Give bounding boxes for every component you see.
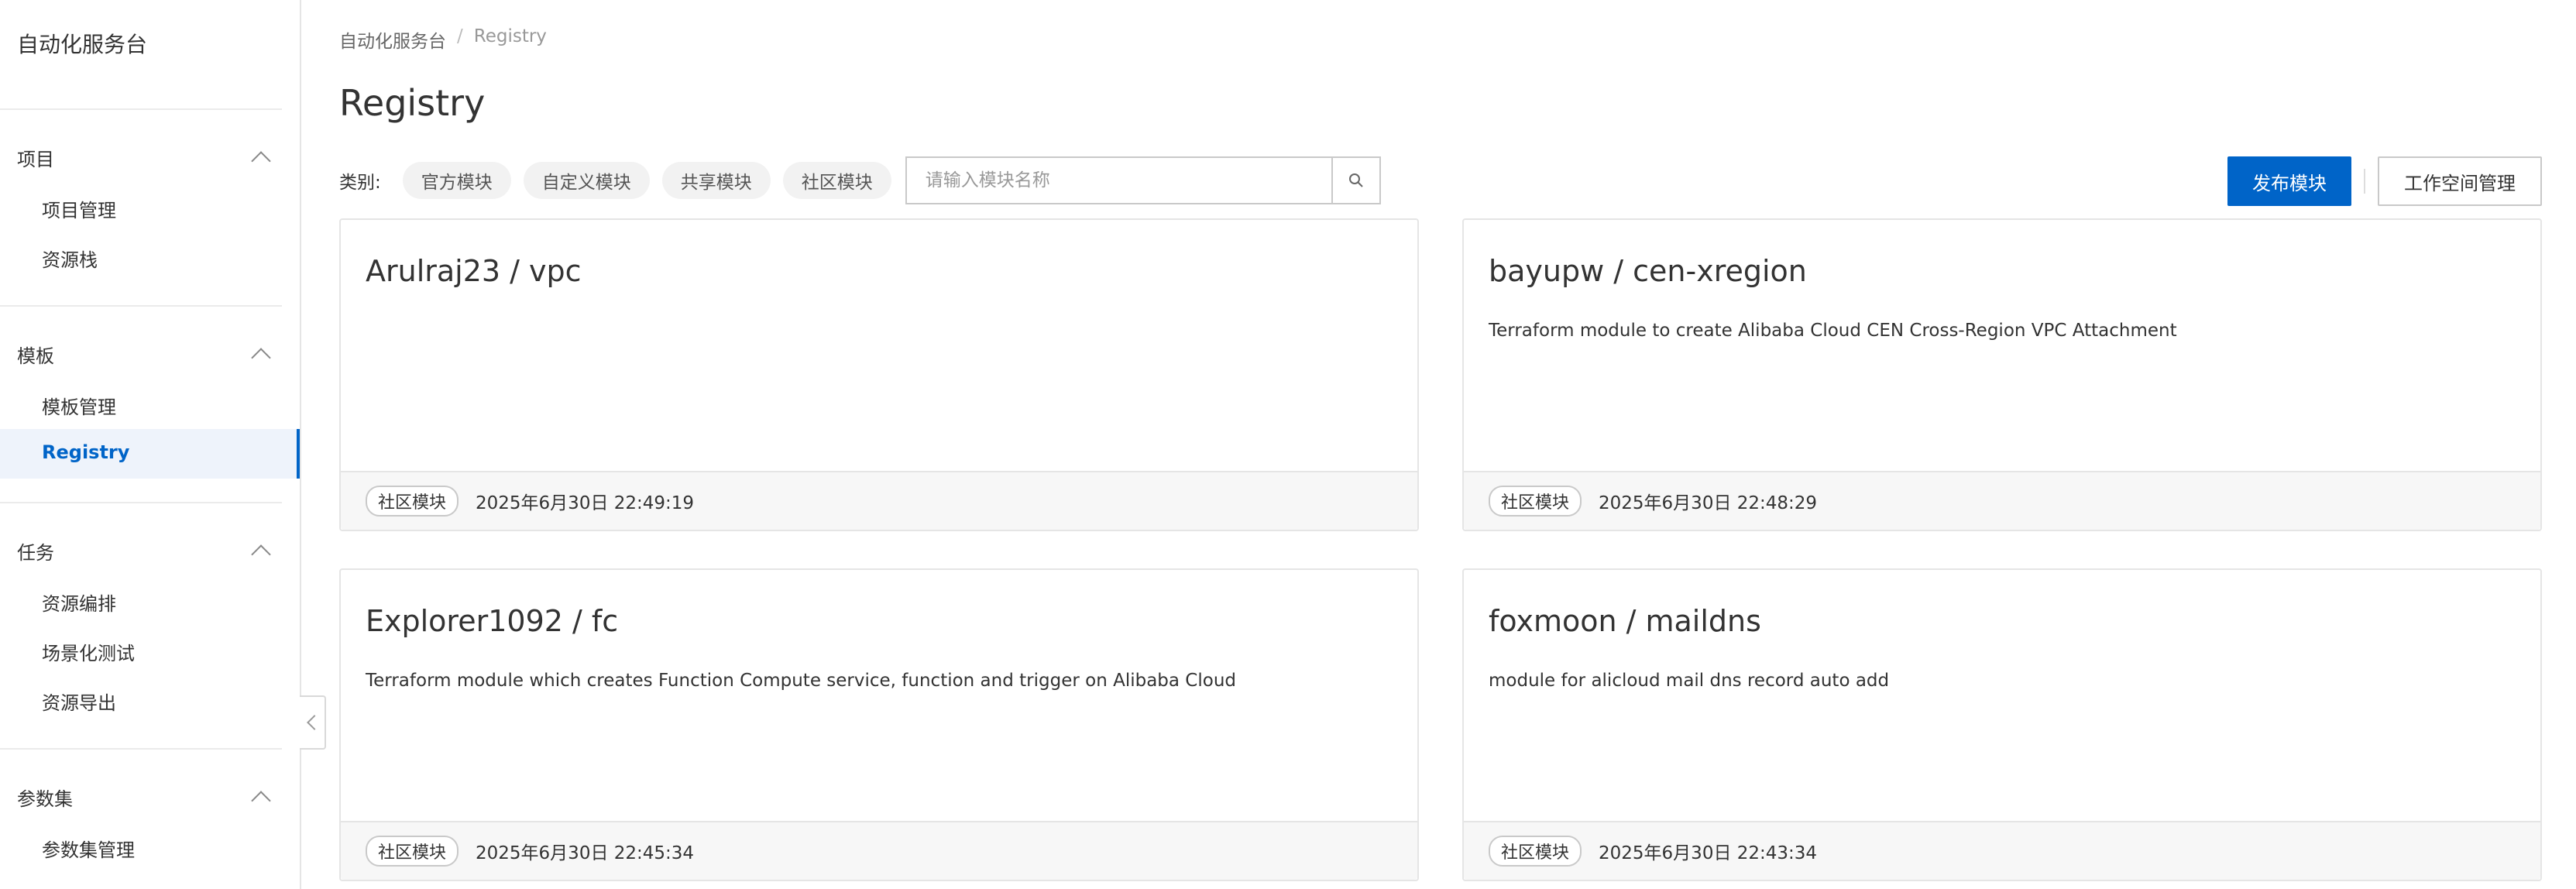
sidebar: 自动化服务台 项目 项目管理 资源栈 模板 模板管理 Registry 任务 资…	[0, 0, 301, 889]
sidebar-item-project-management[interactable]: 项目管理	[42, 195, 116, 222]
sidebar-item-resource-orchestration[interactable]: 资源编排	[42, 589, 116, 616]
module-description: Terraform module which creates Function …	[366, 671, 1236, 691]
chip-custom[interactable]: 自定义模块	[523, 162, 650, 199]
group-template-toggle[interactable]: 模板	[17, 338, 273, 369]
divider	[0, 502, 282, 503]
workspace-management-button[interactable]: 工作空间管理	[2378, 156, 2542, 206]
search-box	[905, 156, 1381, 204]
module-type-tag: 社区模块	[366, 836, 459, 867]
search-input[interactable]	[906, 158, 1331, 203]
group-project-toggle[interactable]: 项目	[17, 142, 273, 173]
chevron-up-icon	[251, 791, 271, 811]
module-title[interactable]: Arulraj23 / vpc	[366, 254, 582, 288]
module-timestamp: 2025年6月30日 22:45:34	[476, 843, 695, 863]
divider	[0, 748, 282, 750]
card-footer: 社区模块 2025年6月30日 22:49:19	[341, 471, 1417, 530]
category-label: 类别:	[339, 173, 381, 193]
breadcrumb-separator: /	[457, 26, 463, 46]
divider	[0, 305, 282, 307]
sidebar-item-scenario-testing[interactable]: 场景化测试	[42, 638, 135, 665]
module-timestamp: 2025年6月30日 22:49:19	[476, 493, 695, 513]
button-divider	[2364, 169, 2365, 194]
chip-community[interactable]: 社区模块	[782, 162, 891, 199]
filter-bar: 类别: 官方模块 自定义模块 共享模块 社区模块	[339, 156, 1381, 204]
console-title: 自动化服务台	[17, 32, 148, 57]
chevron-up-icon	[251, 151, 271, 171]
divider	[0, 108, 282, 110]
module-card[interactable]: Explorer1092 / fc Terraform module which…	[339, 568, 1419, 881]
module-type-tag: 社区模块	[1489, 836, 1582, 867]
group-label: 任务	[17, 541, 54, 564]
module-title[interactable]: Explorer1092 / fc	[366, 604, 618, 638]
chip-shared[interactable]: 共享模块	[661, 162, 771, 199]
chevron-up-icon	[251, 348, 271, 368]
collapse-sidebar-button[interactable]	[300, 695, 326, 750]
module-description: Terraform module to create Alibaba Cloud…	[1489, 321, 2177, 341]
breadcrumb-root[interactable]: 自动化服务台	[339, 26, 446, 53]
group-label: 项目	[17, 148, 54, 170]
module-description: module for alicloud mail dns record auto…	[1489, 671, 1890, 691]
breadcrumb: 自动化服务台 / Registry	[339, 26, 547, 53]
publish-module-button[interactable]: 发布模块	[2227, 156, 2351, 206]
group-label: 参数集	[17, 788, 73, 810]
module-type-tag: 社区模块	[366, 486, 459, 517]
module-card[interactable]: bayupw / cen-xregion Terraform module to…	[1462, 218, 2542, 531]
active-indicator	[297, 429, 300, 479]
card-footer: 社区模块 2025年6月30日 22:48:29	[1464, 471, 2540, 530]
module-timestamp: 2025年6月30日 22:48:29	[1599, 493, 1818, 513]
card-footer: 社区模块 2025年6月30日 22:43:34	[1464, 821, 2540, 880]
module-card[interactable]: foxmoon / maildns module for alicloud ma…	[1462, 568, 2542, 881]
sidebar-item-resource-stack[interactable]: 资源栈	[42, 245, 98, 272]
module-card[interactable]: Arulraj23 / vpc 社区模块 2025年6月30日 22:49:19	[339, 218, 1419, 531]
module-timestamp: 2025年6月30日 22:43:34	[1599, 843, 1818, 863]
breadcrumb-current: Registry	[473, 26, 547, 46]
search-icon	[1348, 173, 1363, 187]
chevron-left-icon	[307, 715, 322, 730]
search-button[interactable]	[1331, 158, 1379, 203]
sidebar-item-resource-export[interactable]: 资源导出	[42, 688, 116, 715]
group-task-toggle[interactable]: 任务	[17, 535, 273, 566]
sidebar-item-template-management[interactable]: 模板管理	[42, 392, 116, 419]
group-label: 模板	[17, 345, 54, 367]
module-title[interactable]: bayupw / cen-xregion	[1489, 254, 1807, 288]
page-title: Registry	[339, 82, 486, 124]
sidebar-item-parameter-set-management[interactable]: 参数集管理	[42, 835, 135, 862]
chip-official[interactable]: 官方模块	[402, 162, 511, 199]
sidebar-item-registry[interactable]: Registry	[42, 441, 129, 463]
chevron-up-icon	[251, 544, 271, 565]
module-type-tag: 社区模块	[1489, 486, 1582, 517]
module-title[interactable]: foxmoon / maildns	[1489, 604, 1761, 638]
group-parameter-set-toggle[interactable]: 参数集	[17, 781, 273, 812]
card-footer: 社区模块 2025年6月30日 22:45:34	[341, 821, 1417, 880]
